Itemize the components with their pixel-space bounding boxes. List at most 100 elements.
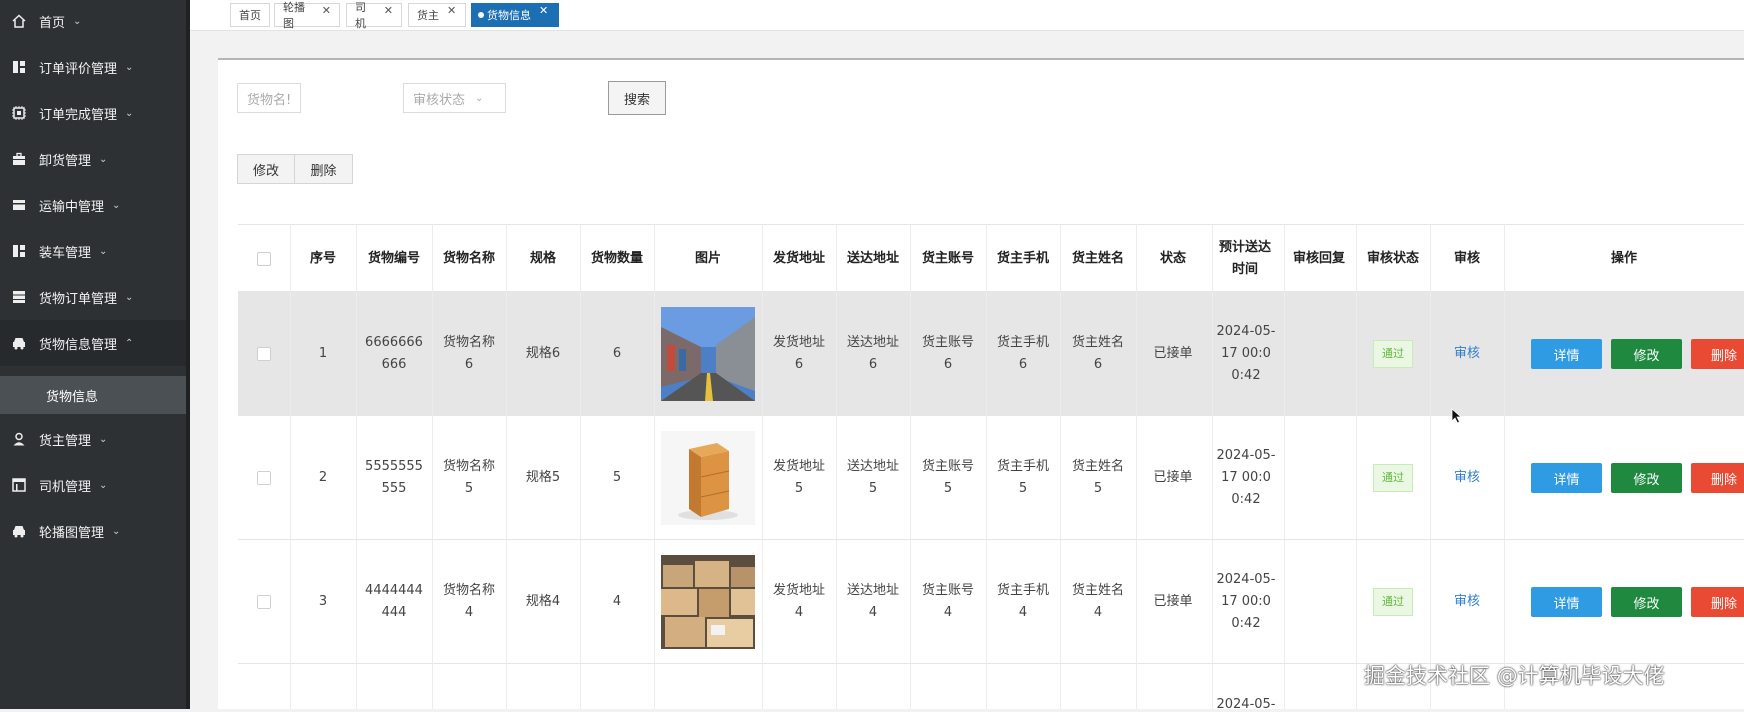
chevron-down-icon: ⌄ <box>99 245 108 257</box>
menu-label: 司机管理 <box>39 479 92 495</box>
menu-item-order-review[interactable]: 订单评价管理 ⌄ <box>0 44 190 90</box>
menu-item-home[interactable]: 首页 ⌄ <box>0 0 190 44</box>
menu-item-unload[interactable]: 卸货管理 ⌄ <box>0 136 190 182</box>
cell-audit: 审核 <box>1430 540 1504 663</box>
close-icon[interactable]: ✕ <box>384 4 393 17</box>
column-divider <box>506 224 507 709</box>
wallet-icon <box>11 197 27 213</box>
menu-label: 货物订单管理 <box>39 291 118 307</box>
briefcase-icon <box>11 151 27 167</box>
tab-cargo-info[interactable]: 货物信息 ✕ <box>471 3 559 27</box>
column-divider <box>654 224 655 709</box>
edit-button-label: 修改 <box>252 163 279 179</box>
tab-driver[interactable]: 司机 ✕ <box>346 1 402 30</box>
cell-to: 送达地址5 <box>846 458 899 496</box>
detail-button[interactable]: 详情 <box>1531 587 1602 617</box>
close-icon[interactable]: ✕ <box>539 4 548 17</box>
cell-status: 已接单 <box>1153 469 1193 485</box>
cell-name: 货物名称4 <box>442 582 495 620</box>
menu-label: 轮播图管理 <box>39 525 105 541</box>
cell-owner: 货主姓名6 <box>1071 334 1124 372</box>
audit-status-select[interactable]: 审核状态 ⌄ <box>403 83 506 113</box>
cell-spec: 规格6 <box>525 345 561 361</box>
row-edit-button[interactable]: 修改 <box>1611 463 1682 493</box>
column-divider <box>580 224 581 709</box>
column-divider <box>1504 224 1505 709</box>
menu-label: 卸货管理 <box>39 153 92 169</box>
menu-item-order-complete[interactable]: 订单完成管理 ⌄ <box>0 90 190 136</box>
cell-eta: 2024-05- <box>1216 697 1276 712</box>
status-badge: 通过 <box>1373 339 1413 368</box>
close-icon[interactable]: ✕ <box>322 4 331 17</box>
header-checkbox-cell <box>238 225 290 292</box>
row-checkbox-cell <box>238 540 290 663</box>
menu-label: 货主管理 <box>39 433 92 449</box>
header-actions: 操作 <box>1610 250 1637 266</box>
tab-carousel[interactable]: 轮播图 ✕ <box>274 1 340 30</box>
tab-owner[interactable]: 货主 ✕ <box>408 3 466 27</box>
tab-home[interactable]: 首页 <box>230 3 270 27</box>
header-index: 序号 <box>309 250 336 266</box>
delete-button[interactable]: 删除 <box>294 154 353 184</box>
menu-item-carousel[interactable]: 轮播图管理 ⌄ <box>0 508 190 554</box>
menu-item-in-transit[interactable]: 运输中管理 ⌄ <box>0 182 190 228</box>
row-delete-button[interactable]: 删除 <box>1691 587 1744 617</box>
row-delete-button[interactable]: 删除 <box>1691 463 1744 493</box>
audit-link[interactable]: 审核 <box>1454 467 1480 489</box>
row-checkbox[interactable] <box>257 594 271 609</box>
close-icon[interactable]: ✕ <box>447 4 456 17</box>
cargo-name-input[interactable]: 货物名! <box>237 83 301 113</box>
cell-reply <box>1282 292 1356 415</box>
column-divider <box>1356 224 1357 709</box>
menu-label: 货物信息管理 <box>39 337 118 353</box>
cell-code: 4444444444 <box>365 582 423 620</box>
row-edit-button[interactable]: 修改 <box>1611 339 1682 369</box>
cell-to: 送达地址4 <box>846 582 899 620</box>
edit-button[interactable]: 修改 <box>237 154 295 184</box>
header-image: 图片 <box>694 250 721 266</box>
cell-account: 货主账号6 <box>921 334 974 372</box>
cell-spec: 规格4 <box>525 593 561 609</box>
column-divider <box>836 224 837 709</box>
tab-bar-divider <box>190 30 1744 31</box>
audit-link[interactable]: 审核 <box>1454 343 1480 365</box>
detail-button[interactable]: 详情 <box>1531 463 1602 493</box>
menu-item-cargo-order[interactable]: 货物订单管理 ⌄ <box>0 274 190 320</box>
column-divider <box>1060 224 1061 709</box>
header-to: 送达地址 <box>846 250 899 266</box>
header-account: 货主账号 <box>921 250 974 266</box>
search-button[interactable]: 搜索 <box>608 81 666 115</box>
cell-image <box>654 416 762 539</box>
submenu-item-cargo-info[interactable]: 货物信息 <box>0 376 186 414</box>
header-owner: 货主姓名 <box>1071 250 1124 266</box>
cell-qty: 4 <box>612 593 622 609</box>
row-checkbox[interactable] <box>257 470 271 485</box>
table-row[interactable]: 3 4444444444 货物名称4 规格4 4 发货地址4 送达地址4 货主账… <box>238 540 1744 664</box>
row-delete-button[interactable]: 删除 <box>1691 339 1744 369</box>
column-divider <box>432 224 433 709</box>
detail-button[interactable]: 详情 <box>1531 339 1602 369</box>
select-all-checkbox[interactable] <box>257 251 271 266</box>
tab-label: 首页 <box>239 9 261 22</box>
menu-label: 订单完成管理 <box>39 107 118 123</box>
active-dot-icon <box>478 12 484 18</box>
cell-owner: 货主姓名4 <box>1071 582 1124 620</box>
menu-item-cargo-info[interactable]: 货物信息管理 ⌃ <box>0 320 190 366</box>
status-badge: 通过 <box>1373 463 1413 492</box>
cell-status: 已接单 <box>1153 593 1193 609</box>
table-row[interactable]: 1 6666666666 货物名称6 规格6 6 发货地址6 送达地址6 货主账… <box>238 292 1744 416</box>
table-row[interactable]: 2 5555555555 货物名称5 规格5 5 发货地址5 送达地址5 货主账… <box>238 416 1744 540</box>
menu-item-loading[interactable]: 装车管理 ⌄ <box>0 228 190 274</box>
submenu-label: 货物信息 <box>46 389 99 405</box>
menu-item-owner[interactable]: 货主管理 ⌄ <box>0 416 190 462</box>
audit-link[interactable]: 审核 <box>1454 591 1480 613</box>
row-edit-button[interactable]: 修改 <box>1611 587 1682 617</box>
cell-eta: 2024-05-17 00:00:42 <box>1216 447 1276 507</box>
header-eta: 预计送达时间 <box>1218 239 1271 277</box>
chevron-down-icon: ⌄ <box>125 291 134 303</box>
cell-from: 发货地址6 <box>772 334 825 372</box>
row-checkbox[interactable] <box>257 346 271 361</box>
cell-phone: 货主手机4 <box>996 582 1049 620</box>
cell-index: 2 <box>318 469 328 485</box>
menu-item-driver[interactable]: 司机管理 ⌄ <box>0 462 190 508</box>
